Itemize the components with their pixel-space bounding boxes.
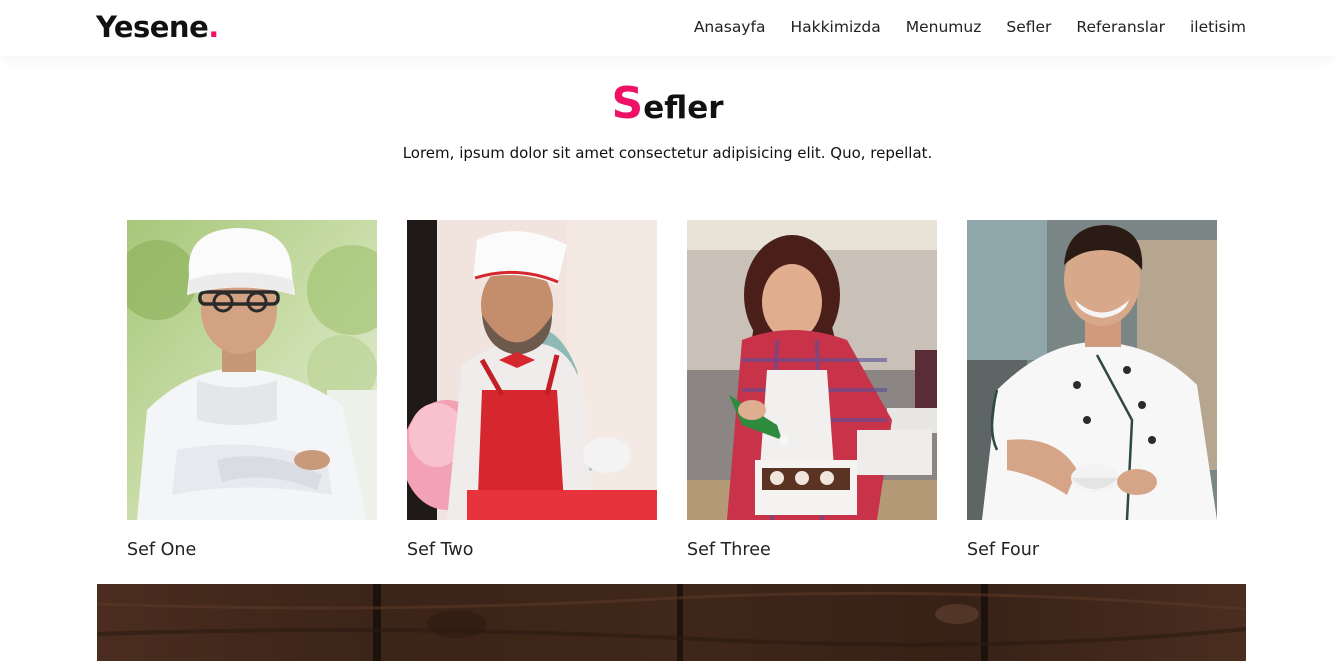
nav-item-anasayfa: Anasayfa bbox=[694, 17, 766, 37]
nav-link-sefler[interactable]: Sefler bbox=[1006, 17, 1051, 37]
chef-photo bbox=[967, 220, 1217, 520]
nav-link-hakkimizda[interactable]: Hakkimizda bbox=[790, 17, 880, 37]
chef-card: Sef Two bbox=[407, 220, 657, 561]
chef-name: Sef Four bbox=[967, 540, 1040, 560]
chef-card: Sef Three bbox=[687, 220, 937, 561]
nav-item-iletisim: iletisim bbox=[1190, 17, 1246, 37]
main-nav: Anasayfa Hakkimizda Menumuz Sefler Refer… bbox=[694, 17, 1246, 37]
section-title: Sefler bbox=[0, 78, 1335, 134]
chef-photo bbox=[127, 220, 377, 520]
chef-list: Sef One Sef Two Sef Three Sef Four bbox=[127, 220, 1217, 561]
nav-item-menumuz: Menumuz bbox=[906, 17, 982, 37]
chef-name: Sef Three bbox=[687, 540, 771, 560]
chef-name: Sef Two bbox=[407, 540, 474, 560]
chef-name: Sef One bbox=[127, 540, 197, 560]
nav-item-sefler: Sefler bbox=[1006, 17, 1051, 37]
section-title-first-letter: S bbox=[611, 78, 644, 129]
logo-text: Yesene bbox=[96, 10, 209, 44]
nav-link-anasayfa[interactable]: Anasayfa bbox=[694, 17, 766, 37]
chef-card: Sef One bbox=[127, 220, 377, 561]
section-title-rest: efler bbox=[643, 90, 724, 126]
wood-banner bbox=[97, 584, 1246, 661]
nav-item-hakkimizda: Hakkimizda bbox=[790, 17, 880, 37]
nav-link-iletisim[interactable]: iletisim bbox=[1190, 17, 1246, 37]
site-logo[interactable]: Yesene. bbox=[96, 9, 219, 45]
nav-item-referanslar: Referanslar bbox=[1076, 17, 1165, 37]
section-subtitle: Lorem, ipsum dolor sit amet consectetur … bbox=[402, 144, 933, 162]
navbar: Yesene. Anasayfa Hakkimizda Menumuz Sefl… bbox=[0, 0, 1335, 56]
chef-photo bbox=[407, 220, 657, 520]
nav-link-referanslar[interactable]: Referanslar bbox=[1076, 17, 1165, 37]
logo-dot: . bbox=[208, 10, 219, 44]
chef-photo bbox=[687, 220, 937, 520]
chef-card: Sef Four bbox=[967, 220, 1217, 561]
nav-link-menumuz[interactable]: Menumuz bbox=[906, 17, 982, 37]
